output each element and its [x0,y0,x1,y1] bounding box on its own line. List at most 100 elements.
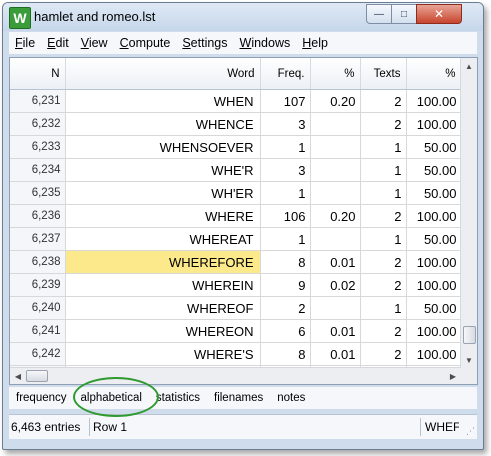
cell-texts[interactable]: 2 [360,250,407,274]
menu-windows[interactable]: Windows [234,36,297,50]
cell-freq[interactable]: 106 [260,204,311,228]
table-row[interactable]: 6,239 WHEREIN 9 0.02 2 100.00 [10,273,462,297]
cell-word[interactable]: WHEREAT [65,227,261,251]
cell-texts[interactable]: 1 [360,158,407,182]
menu-edit[interactable]: Edit [41,36,75,50]
column-header-pct[interactable]: % [310,58,361,90]
cell-n[interactable]: 6,237 [10,227,66,251]
cell-texts-pct[interactable]: 50.00 [406,181,462,205]
cell-texts[interactable]: 1 [360,296,407,320]
table-row[interactable]: 6,233 WHENSOEVER 1 1 50.00 [10,135,462,159]
cell-pct[interactable] [310,158,361,182]
cell-freq[interactable]: 1 [260,227,311,251]
maximize-button[interactable]: □ [391,4,417,24]
cell-word[interactable]: WHEREIN [65,273,261,297]
cell-texts-pct[interactable]: 100.00 [406,319,462,343]
cell-texts[interactable]: 2 [360,204,407,228]
cell-texts-pct[interactable]: 50.00 [406,227,462,251]
cell-texts[interactable]: 2 [360,89,407,113]
tab-alphabetical[interactable]: alphabetical [74,392,149,404]
cell-pct[interactable]: 0.02 [310,273,361,297]
cell-texts[interactable]: 2 [360,319,407,343]
column-header-n[interactable]: N [10,58,66,90]
cell-texts[interactable]: 2 [360,342,407,366]
vertical-scrollbar[interactable]: ▲ ▼ [460,58,477,368]
menu-view[interactable]: View [75,36,114,50]
table-row[interactable]: 6,235 WH'ER 1 1 50.00 [10,181,462,205]
cell-texts-pct[interactable]: 100.00 [406,342,462,366]
cell-pct[interactable]: 0.20 [310,89,361,113]
column-header-texts[interactable]: Texts [360,58,407,90]
cell-pct[interactable] [310,135,361,159]
vertical-scroll-thumb[interactable] [463,326,476,344]
cell-texts-pct[interactable]: 100.00 [406,250,462,274]
cell-freq[interactable]: 8 [260,342,311,366]
cell-texts-pct[interactable]: 100.00 [406,89,462,113]
cell-texts[interactable]: 1 [360,181,407,205]
cell-freq[interactable]: 107 [260,89,311,113]
cell-texts[interactable]: 1 [360,227,407,251]
cell-pct[interactable]: 0.01 [310,319,361,343]
cell-word[interactable]: WHERE'S [65,342,261,366]
tab-notes[interactable]: notes [270,392,312,404]
cell-word[interactable]: WHENSOEVER [65,135,261,159]
horizontal-scrollbar[interactable]: ◀ ▶ [10,367,461,384]
cell-texts-pct[interactable]: 50.00 [406,158,462,182]
cell-texts-pct[interactable]: 100.00 [406,112,462,136]
table-row[interactable]: 6,242 WHERE'S 8 0.01 2 100.00 [10,342,462,366]
cell-n[interactable]: 6,233 [10,135,66,159]
cell-freq[interactable]: 2 [260,296,311,320]
column-header-freq[interactable]: Freq. [260,58,311,90]
cell-freq[interactable]: 3 [260,158,311,182]
table-row[interactable]: 6,241 WHEREON 6 0.01 2 100.00 [10,319,462,343]
scroll-left-arrow-icon[interactable]: ◀ [10,368,26,384]
cell-word[interactable]: WH'ER [65,181,261,205]
table-row[interactable]: 6,234 WHE'R 3 1 50.00 [10,158,462,182]
cell-texts-pct[interactable]: 50.00 [406,296,462,320]
cell-freq[interactable]: 1 [260,135,311,159]
cell-texts-pct[interactable]: 50.00 [406,135,462,159]
cell-freq[interactable]: 6 [260,319,311,343]
resize-grip-icon[interactable]: ⋰ [463,425,475,437]
cell-word[interactable]: WHEREFORE [65,250,261,274]
table-row[interactable]: 6,232 WHENCE 3 2 100.00 [10,112,462,136]
cell-texts-pct[interactable]: 100.00 [406,204,462,228]
cell-freq[interactable]: 8 [260,250,311,274]
table-row[interactable]: 6,240 WHEREOF 2 1 50.00 [10,296,462,320]
cell-pct[interactable] [310,227,361,251]
cell-word[interactable]: WHERE [65,204,261,228]
column-header-texts-pct[interactable]: % [406,58,462,90]
cell-texts[interactable]: 1 [360,135,407,159]
word-list-grid[interactable]: N Word Freq.% Texts% 6,231 WHEN 107 0.20 2 100.0… [9,57,478,385]
cell-word[interactable]: WHEN [65,89,261,113]
cell-pct[interactable] [310,181,361,205]
cell-n[interactable]: 6,241 [10,319,66,343]
cell-n[interactable]: 6,238 [10,250,66,274]
scroll-down-arrow-icon[interactable]: ▼ [461,352,477,368]
scroll-up-arrow-icon[interactable]: ▲ [461,58,477,74]
wordsmith-app-icon[interactable]: W [9,7,31,29]
cell-n[interactable]: 6,235 [10,181,66,205]
cell-word[interactable]: WHE'R [65,158,261,182]
cell-pct[interactable] [310,112,361,136]
cell-n[interactable]: 6,242 [10,342,66,366]
cell-pct[interactable]: 0.20 [310,204,361,228]
cell-freq[interactable]: 3 [260,112,311,136]
minimize-button[interactable]: — [366,4,392,24]
tab-filenames[interactable]: filenames [207,392,270,404]
cell-freq[interactable]: 9 [260,273,311,297]
title-bar[interactable]: W hamlet and romeo.lst — □ ✕ [3,3,483,31]
cell-texts-pct[interactable]: 100.00 [406,273,462,297]
cell-n[interactable]: 6,240 [10,296,66,320]
tab-frequency[interactable]: frequency [9,392,74,404]
cell-n[interactable]: 6,236 [10,204,66,228]
horizontal-scroll-thumb[interactable] [26,370,48,382]
table-row[interactable]: 6,238 WHEREFORE 8 0.01 2 100.00 [10,250,462,274]
table-row[interactable]: 6,236 WHERE 106 0.20 2 100.00 [10,204,462,228]
cell-n[interactable]: 6,232 [10,112,66,136]
cell-pct[interactable] [310,296,361,320]
cell-n[interactable]: 6,234 [10,158,66,182]
cell-texts[interactable]: 2 [360,273,407,297]
cell-pct[interactable]: 0.01 [310,250,361,274]
cell-pct[interactable]: 0.01 [310,342,361,366]
